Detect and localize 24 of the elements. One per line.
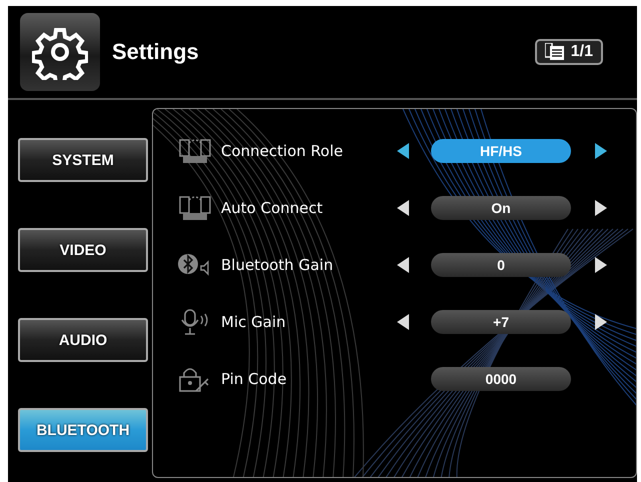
sidebar-tab[interactable]: SYSTEM (18, 138, 148, 182)
setting-label: Auto Connect (221, 199, 324, 217)
setting-value[interactable]: 0 (431, 253, 571, 277)
setting-label: Bluetooth Gain (221, 256, 334, 274)
right-arrow-icon[interactable] (595, 257, 607, 273)
left-arrow-icon[interactable] (397, 143, 409, 159)
left-arrow-icon[interactable] (397, 257, 409, 273)
setting-label: Connection Role (221, 142, 344, 160)
page-indicator-button[interactable]: 1/1 (534, 39, 603, 65)
sidebar-tab[interactable]: AUDIO (18, 318, 148, 362)
setting-label: Mic Gain (221, 313, 287, 331)
right-arrow-icon[interactable] (595, 200, 607, 216)
left-arrow-icon[interactable] (397, 314, 409, 330)
right-arrow-icon[interactable] (595, 314, 607, 330)
setting-label: Pin Code (221, 370, 288, 388)
list-icon (544, 43, 565, 61)
setting-value[interactable]: +7 (431, 310, 571, 334)
settings-icon[interactable] (20, 13, 100, 91)
sidebar-tab[interactable]: VIDEO (18, 228, 148, 272)
left-arrow-icon[interactable] (397, 200, 409, 216)
setting-value[interactable]: 0000 (431, 367, 571, 391)
screen-title: Settings (112, 39, 200, 65)
right-arrow-icon[interactable] (595, 143, 607, 159)
setting-value[interactable]: On (431, 196, 571, 220)
